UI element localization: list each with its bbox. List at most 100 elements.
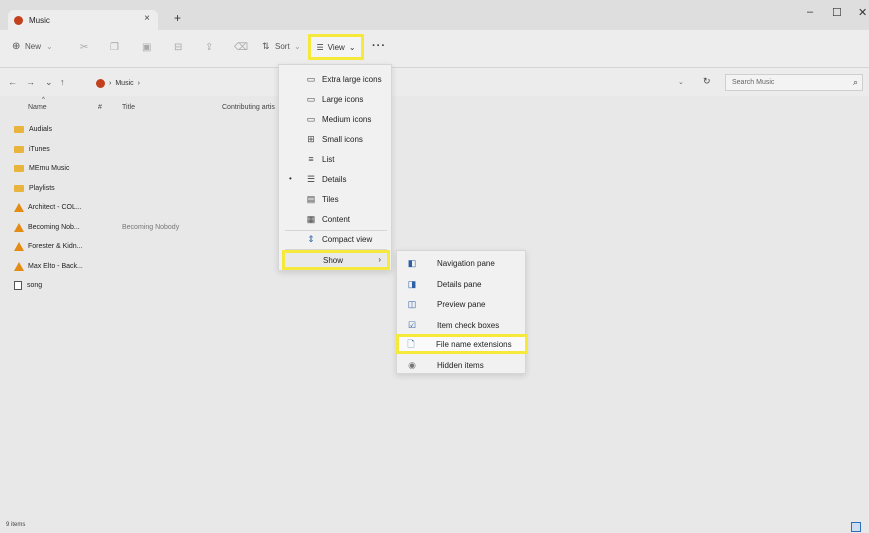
- forward-button[interactable]: →: [26, 77, 35, 87]
- menu-item-compact-view[interactable]: ⇕ Compact view: [279, 229, 393, 249]
- vlc-media-icon: [14, 241, 24, 251]
- file-name: Audials: [29, 125, 52, 133]
- music-folder-icon: [96, 78, 105, 88]
- view-button[interactable]: ☰ View ⌄: [308, 34, 364, 60]
- address-row: ← → ⌄ ↑ › Music › ⌄ ↻ Search Music ⌕: [0, 68, 869, 96]
- search-input[interactable]: Search Music ⌕: [725, 74, 863, 91]
- sort-chevron-icon: ⌄: [294, 42, 301, 51]
- submenu-item-preview-pane[interactable]: ◫ Preview pane: [397, 294, 527, 314]
- menu-item-small-icons[interactable]: ⊞ Small icons: [279, 129, 393, 149]
- vlc-media-icon: [14, 261, 24, 271]
- search-placeholder: Search Music: [732, 79, 775, 86]
- recent-locations-button[interactable]: ⌄: [45, 77, 53, 88]
- sort-ascending-icon: ^: [42, 97, 45, 103]
- back-button[interactable]: ←: [8, 77, 17, 87]
- chevron-right-icon: ›: [378, 255, 381, 264]
- file-name: MEmu Music: [29, 164, 70, 172]
- tiles-icon: ▤: [306, 194, 316, 204]
- column-header-title[interactable]: Title: [122, 104, 135, 111]
- column-header-name[interactable]: Name: [28, 104, 47, 111]
- status-bar: 9 items: [0, 522, 869, 533]
- delete-icon[interactable]: ⌫: [234, 42, 248, 53]
- search-icon: ⌕: [852, 77, 858, 87]
- document-icon: 🗋: [407, 339, 415, 349]
- list-item[interactable]: song: [14, 276, 42, 294]
- address-dropdown-icon[interactable]: ⌄: [678, 78, 684, 86]
- list-item[interactable]: Audials: [14, 120, 52, 138]
- breadcrumb-music[interactable]: Music: [115, 80, 133, 87]
- file-name: iTunes: [29, 145, 50, 153]
- folder-icon: [14, 145, 24, 153]
- eye-icon: ◉: [408, 360, 416, 370]
- menu-item-large-icons[interactable]: ▭ Large icons: [279, 89, 393, 109]
- menu-item-tiles[interactable]: ▤ Tiles: [279, 189, 393, 209]
- file-name: Architect - COL...: [28, 203, 82, 211]
- monitor-icon: ▭: [306, 114, 316, 124]
- close-window-button[interactable]: ✕: [858, 6, 867, 19]
- submenu-item-navigation-pane[interactable]: ◧ Navigation pane: [397, 253, 527, 273]
- checkbox-icon: ☑: [407, 320, 417, 330]
- breadcrumb[interactable]: › Music ›: [96, 75, 726, 91]
- menu-item-list[interactable]: ≡ List: [279, 149, 393, 169]
- submenu-item-item-check-boxes[interactable]: ☑ Item check boxes: [397, 315, 527, 335]
- folder-icon: [14, 184, 24, 192]
- plus-circle-icon: ⊕: [12, 41, 21, 52]
- column-header-contributing-artists[interactable]: Contributing artis: [222, 104, 275, 111]
- list-item[interactable]: Forester & Kidn...: [14, 237, 82, 255]
- paste-icon[interactable]: ▣: [142, 42, 151, 53]
- vlc-media-icon: [14, 222, 24, 232]
- submenu-item-file-name-extensions[interactable]: 🗋 File name extensions: [396, 334, 528, 354]
- menu-item-content[interactable]: ▦ Content: [279, 209, 393, 229]
- details-view-toggle[interactable]: [851, 522, 861, 532]
- new-button[interactable]: New: [25, 42, 41, 51]
- command-bar: ⊕ New ⌄ ✂ ❐ ▣ ⊟ ⇪ ⌫ ⇅ Sort ⌄ ☰ View ⌄ ··…: [0, 30, 869, 68]
- details-pane-icon: ◨: [407, 279, 417, 289]
- monitor-icon: ▭: [306, 94, 316, 104]
- view-label: View: [327, 42, 345, 52]
- grid-icon: ⊞: [307, 134, 315, 144]
- list-item[interactable]: iTunes: [14, 140, 50, 158]
- menu-item-details[interactable]: • ☰ Details: [279, 169, 393, 189]
- share-icon[interactable]: ⇪: [205, 42, 213, 53]
- new-tab-button[interactable]: +: [174, 11, 181, 25]
- sort-icon: ⇅: [262, 41, 270, 51]
- copy-icon[interactable]: ❐: [110, 42, 119, 53]
- breadcrumb-separator: ›: [137, 79, 140, 87]
- submenu-item-details-pane[interactable]: ◨ Details pane: [397, 274, 527, 294]
- file-name: song: [27, 281, 43, 289]
- sort-button[interactable]: Sort: [275, 42, 290, 51]
- navigation-pane-icon: ◧: [407, 258, 417, 268]
- menu-item-extra-large-icons[interactable]: ▭ Extra large icons: [279, 69, 393, 89]
- view-menu: ▭ Extra large icons ▭ Large icons ▭ Medi…: [278, 64, 392, 271]
- list-item[interactable]: Max Elto - Back...: [14, 257, 83, 275]
- refresh-button[interactable]: ↻: [703, 76, 711, 87]
- preview-pane-icon: ◫: [407, 299, 417, 309]
- list-item[interactable]: Architect - COL...: [14, 198, 82, 216]
- menu-item-show[interactable]: Show ›: [282, 250, 390, 270]
- list-item[interactable]: Playlists: [14, 179, 55, 197]
- folder-icon: [14, 125, 24, 133]
- cut-icon[interactable]: ✂: [80, 42, 88, 53]
- file-name: Becoming Nob...: [28, 223, 80, 231]
- tab-music[interactable]: Music ×: [8, 10, 158, 30]
- submenu-item-hidden-items[interactable]: ◉ Hidden items: [397, 355, 527, 375]
- maximize-button[interactable]: ☐: [832, 6, 842, 19]
- up-button[interactable]: ↑: [60, 77, 65, 87]
- tab-close-icon[interactable]: ×: [144, 13, 150, 24]
- minimize-button[interactable]: –: [807, 6, 813, 18]
- list-item[interactable]: Becoming Nob... Becoming Nobody: [14, 218, 314, 236]
- more-options-button[interactable]: ···: [372, 40, 386, 52]
- menu-item-medium-icons[interactable]: ▭ Medium icons: [279, 109, 393, 129]
- breadcrumb-separator: ›: [109, 79, 112, 87]
- show-submenu: ◧ Navigation pane ◨ Details pane ◫ Previ…: [396, 250, 528, 375]
- title-bar: Music × + – ☐ ✕: [0, 0, 869, 30]
- list-icon: ≡: [308, 154, 314, 164]
- folder-icon: [14, 164, 24, 172]
- list-item[interactable]: MEmu Music: [14, 159, 69, 177]
- view-chevron-icon: ⌄: [348, 42, 356, 52]
- audio-file-icon: [14, 280, 22, 290]
- rename-icon[interactable]: ⊟: [174, 42, 182, 53]
- vlc-media-icon: [14, 202, 24, 212]
- column-header-number[interactable]: #: [98, 104, 102, 111]
- file-name: Max Elto - Back...: [28, 262, 83, 270]
